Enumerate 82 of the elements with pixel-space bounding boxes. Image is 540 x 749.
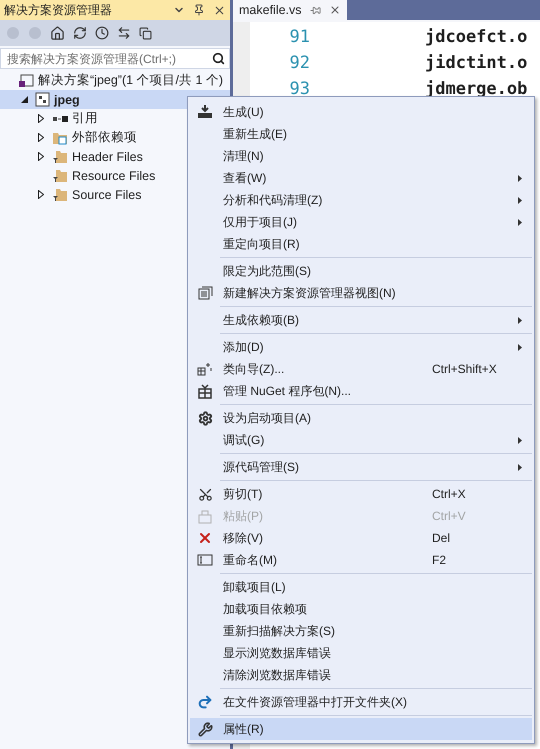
references-icon	[52, 114, 68, 122]
line-number: 92	[288, 53, 310, 73]
shortcut-text: Ctrl+Shift+X	[432, 362, 498, 376]
redo-arrow-icon	[197, 694, 213, 710]
tree-item-label: 解决方案“jpeg”(1 个项目/共 1 个)	[38, 72, 224, 89]
pin-icon	[193, 4, 205, 16]
tree-item-label: 外部依赖项	[72, 129, 137, 146]
window-icon	[198, 286, 212, 300]
code-line: jdcoefct.o	[425, 27, 528, 47]
rename-icon	[197, 554, 213, 566]
tree-item[interactable]: 解决方案“jpeg”(1 个项目/共 1 个)	[0, 71, 230, 90]
search-field[interactable]: 搜索解决方案资源管理器(Ctrl+;)	[0, 48, 230, 69]
menu-item[interactable]: 在文件资源管理器中打开文件夹(X)	[190, 691, 532, 713]
menu-item[interactable]: 重命名(M) F2	[190, 549, 532, 571]
tree-item-label: Header Files	[72, 150, 143, 164]
settings-icon	[198, 410, 212, 426]
shortcut-text: F2	[432, 553, 448, 567]
menu-item[interactable]: 设为启动项目(A)	[190, 407, 532, 429]
editor-tab[interactable]: makefile.vs	[233, 0, 347, 20]
clock-icon[interactable]	[95, 26, 109, 40]
arrows-icon[interactable]	[117, 26, 131, 40]
menu-item[interactable]: 调试(G)	[190, 429, 532, 451]
close-icon	[212, 4, 226, 16]
project-icon	[35, 92, 50, 107]
folder-icon	[52, 188, 68, 202]
menu-item[interactable]: 添加(D)	[190, 336, 532, 358]
shortcut-text: Del	[432, 531, 452, 545]
menu-item[interactable]: 查看(W)	[190, 167, 532, 189]
collapsed-icon[interactable]	[38, 152, 44, 161]
panel-title: 解决方案资源管理器	[4, 2, 113, 18]
shortcut-text: Ctrl+X	[432, 487, 467, 501]
menu-item[interactable]: 分析和代码清理(Z)	[190, 189, 532, 211]
sync-icon[interactable]	[73, 26, 87, 40]
tree-item-label: Resource Files	[72, 168, 156, 182]
menu-item[interactable]: 重定向项目(R)	[190, 233, 532, 255]
tree-item-label: jpeg	[54, 92, 80, 106]
menu-item[interactable]: 重新扫描解决方案(S)	[190, 620, 532, 642]
menu-item[interactable]: 源代码管理(S)	[190, 456, 532, 478]
menu-item[interactable]: 清除浏览数据库错误	[190, 664, 532, 686]
tree-item-label: 引用	[72, 110, 98, 127]
folder-icon	[52, 130, 68, 144]
menu-item[interactable]: 重新生成(E)	[190, 123, 532, 145]
expanded-icon[interactable]	[20, 96, 28, 103]
home-icon[interactable]	[50, 26, 65, 40]
remove-icon	[197, 530, 213, 546]
menu-item[interactable]: 类向导(Z)... Ctrl+Shift+X	[190, 358, 532, 380]
menu-item[interactable]: 移除(V) Del	[190, 527, 532, 549]
scissors-icon	[198, 486, 212, 502]
code-line: jdmerge.ob	[425, 79, 528, 99]
collapsed-icon[interactable]	[38, 190, 44, 199]
collapsed-icon[interactable]	[38, 114, 44, 123]
line-number: 91	[288, 27, 310, 47]
copy-icon[interactable]	[139, 26, 152, 40]
menu-item[interactable]: 仅用于项目(J)	[190, 211, 532, 233]
folder-icon	[52, 150, 68, 164]
menu-item[interactable]: 管理 NuGet 程序包(N)...	[190, 380, 532, 402]
pin-button[interactable]	[192, 3, 206, 17]
collapsed-icon[interactable]	[38, 133, 44, 142]
wizard-icon	[197, 362, 213, 376]
menu-item[interactable]: 生成依赖项(B)	[190, 309, 532, 331]
menu-item[interactable]: 属性(R)	[190, 718, 532, 740]
solution-icon	[18, 74, 34, 88]
code-line: jidctint.o	[425, 53, 528, 73]
menu-item[interactable]: 新建解决方案资源管理器视图(N)	[190, 282, 532, 304]
menu-item[interactable]: 限定为此范围(S)	[190, 260, 532, 282]
menu-item[interactable]: 剪切(T) Ctrl+X	[190, 483, 532, 505]
folder-icon	[52, 168, 68, 182]
menu-item[interactable]: 显示浏览数据库错误	[190, 642, 532, 664]
menu-item[interactable]: 加载项目依赖项	[190, 598, 532, 620]
menu-item[interactable]: 卸载项目(L)	[190, 576, 532, 598]
line-number: 93	[288, 79, 310, 99]
build-icon	[197, 105, 213, 119]
tab-label: makefile.vs	[239, 3, 302, 17]
close-icon[interactable]	[328, 4, 341, 16]
menu-item[interactable]: 清理(N)	[190, 145, 532, 167]
package-icon	[198, 384, 212, 398]
paste-icon	[198, 508, 212, 524]
pin-icon[interactable]	[310, 4, 321, 16]
search-icon	[212, 52, 225, 65]
tree-item-label: Source Files	[72, 188, 142, 202]
wrench-icon	[198, 722, 212, 736]
shortcut-text: Ctrl+V	[432, 509, 467, 523]
